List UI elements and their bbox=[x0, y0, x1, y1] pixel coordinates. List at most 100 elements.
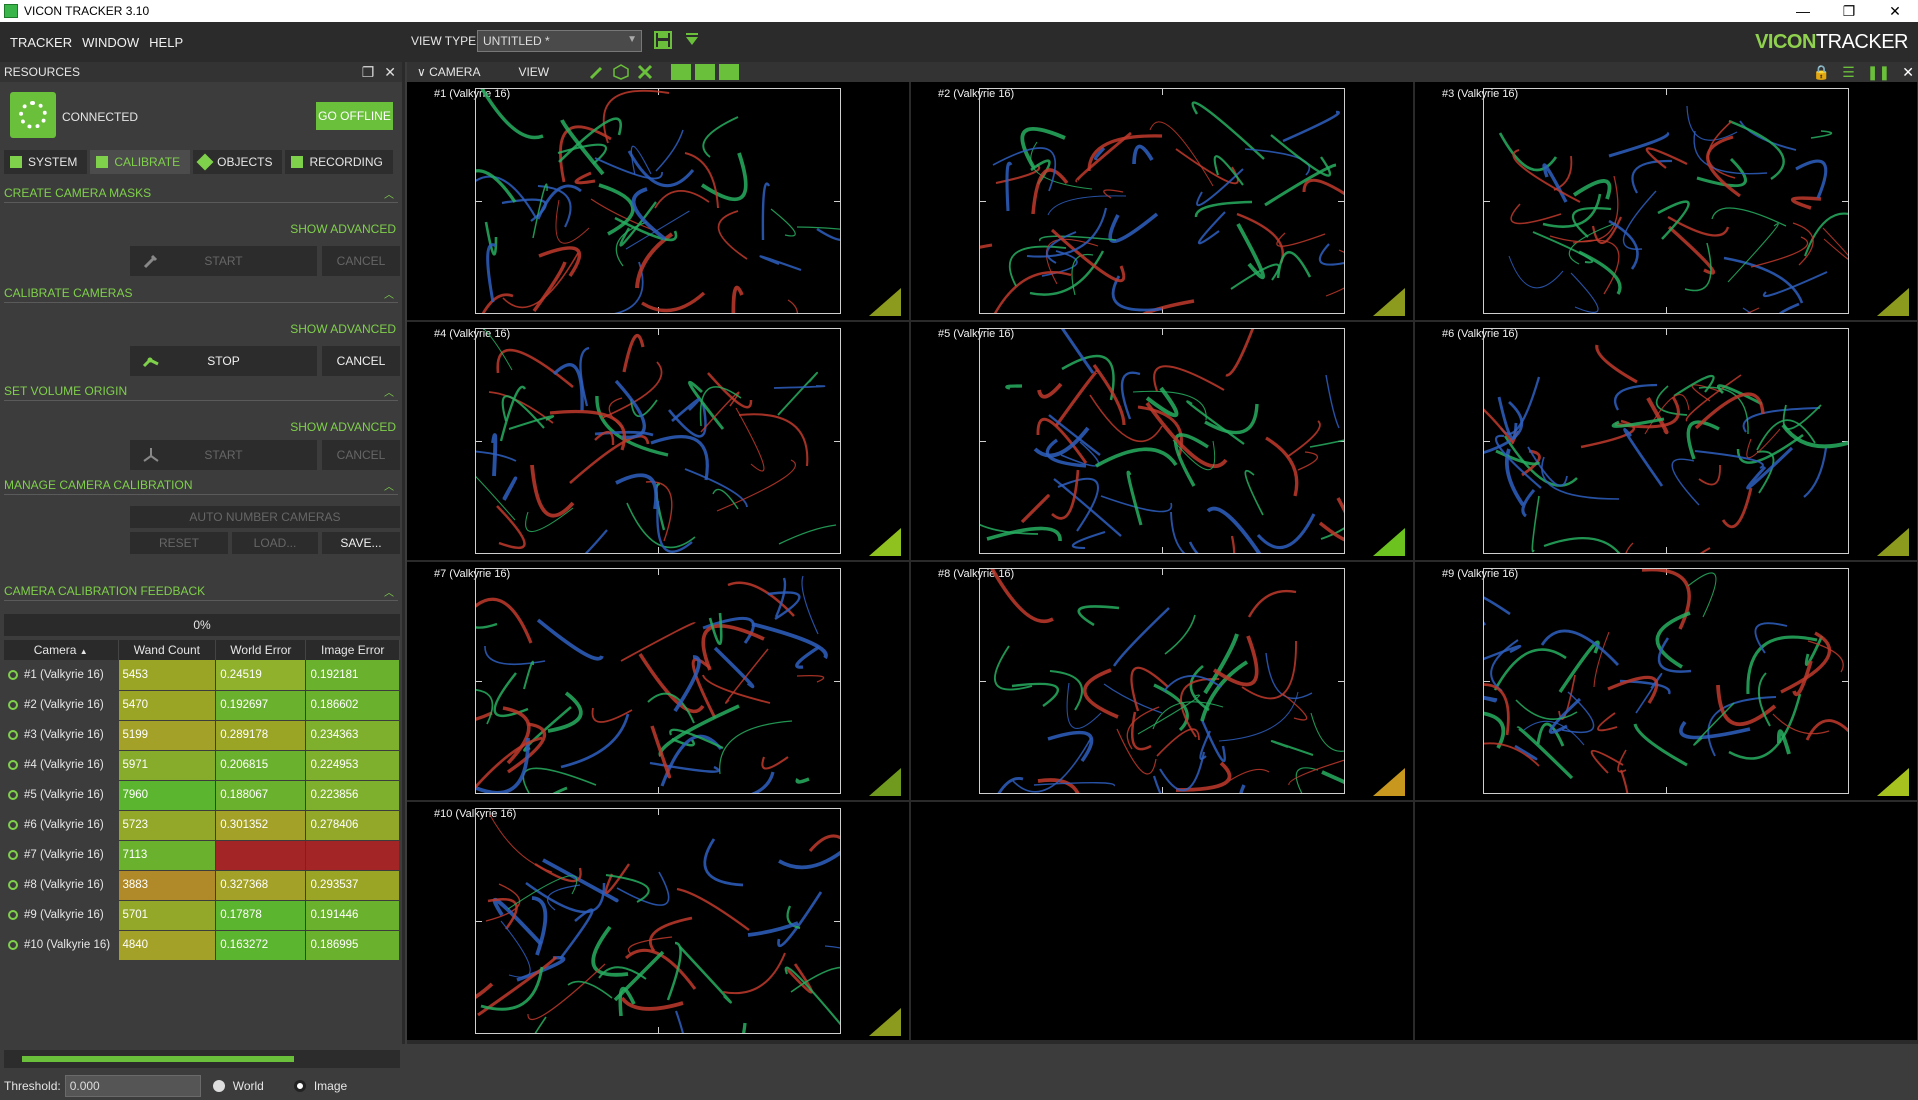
table-row[interactable]: #10 (Valkyrie 16) 4840 0.163272 0.186995 bbox=[4, 930, 400, 961]
scrollbar-thumb[interactable] bbox=[22, 1056, 294, 1062]
show-advanced-calibrate[interactable]: SHOW ADVANCED bbox=[290, 322, 396, 336]
image-error-cell: 0.278406 bbox=[305, 810, 400, 841]
camera-health-indicator bbox=[869, 768, 901, 796]
camera-view[interactable]: #10 (Valkyrie 16) bbox=[407, 802, 909, 1040]
masks-start-button[interactable]: START bbox=[130, 246, 317, 276]
minimize-button[interactable]: — bbox=[1780, 0, 1826, 22]
table-row[interactable]: #2 (Valkyrie 16) 5470 0.192697 0.186602 bbox=[4, 690, 400, 721]
wand-count-cell: 5723 bbox=[118, 810, 217, 841]
camera-health-indicator bbox=[869, 528, 901, 556]
collapse-icon[interactable]: ︿ bbox=[384, 186, 394, 201]
table-row[interactable]: #7 (Valkyrie 16) 7113 bbox=[4, 840, 400, 871]
camera-cell: #1 (Valkyrie 16) bbox=[4, 660, 119, 691]
save-calibration-button[interactable]: SAVE... bbox=[322, 532, 400, 554]
menu-tracker[interactable]: TRACKER bbox=[0, 35, 72, 50]
table-row[interactable]: #1 (Valkyrie 16) 5453 0.24519 0.192181 bbox=[4, 660, 400, 691]
menu-window[interactable]: WINDOW bbox=[72, 35, 139, 50]
auto-number-cameras-button[interactable]: AUTO NUMBER CAMERAS bbox=[130, 506, 400, 528]
load-dropdown-icon[interactable] bbox=[684, 31, 700, 49]
wand-count-cell: 4840 bbox=[118, 930, 217, 961]
camera-view[interactable]: #7 (Valkyrie 16) bbox=[407, 562, 909, 800]
tab-recording[interactable]: RECORDING bbox=[285, 150, 393, 174]
clear-icon[interactable] bbox=[637, 64, 653, 80]
wand-trail-image bbox=[476, 814, 840, 1033]
origin-start-button[interactable]: START bbox=[130, 440, 317, 470]
tab-objects[interactable]: OBJECTS bbox=[193, 150, 283, 174]
objects-icon bbox=[196, 153, 214, 171]
close-panel-icon[interactable]: ✕ bbox=[384, 64, 396, 81]
calibrate-cancel-button[interactable]: CANCEL bbox=[322, 346, 400, 376]
lock-icon[interactable]: 🔒 bbox=[1813, 64, 1830, 81]
close-button[interactable]: ✕ bbox=[1872, 0, 1918, 22]
collapse-icon[interactable]: ︿ bbox=[384, 584, 394, 599]
column-header-world-error[interactable]: World Error bbox=[215, 640, 307, 660]
undock-icon[interactable]: ❐ bbox=[362, 64, 375, 81]
origin-cancel-button[interactable]: CANCEL bbox=[322, 440, 400, 470]
show-advanced-origin[interactable]: SHOW ADVANCED bbox=[290, 420, 396, 434]
tab-calibrate[interactable]: CALIBRATE bbox=[90, 150, 191, 174]
camera-view[interactable]: #5 (Valkyrie 16) bbox=[911, 322, 1413, 560]
section-title-manage[interactable]: MANAGE CAMERA CALIBRATION ︿ bbox=[0, 478, 402, 493]
camera-view[interactable]: #3 (Valkyrie 16) bbox=[1415, 82, 1917, 320]
table-row[interactable]: #5 (Valkyrie 16) 7960 0.188067 0.223856 bbox=[4, 780, 400, 811]
section-title-origin[interactable]: SET VOLUME ORIGIN ︿ bbox=[0, 384, 402, 399]
camera-view[interactable]: #4 (Valkyrie 16) bbox=[407, 322, 909, 560]
section-title-feedback[interactable]: CAMERA CALIBRATION FEEDBACK ︿ bbox=[0, 584, 402, 599]
cube-icon[interactable] bbox=[613, 64, 629, 80]
fit-view-icon[interactable] bbox=[719, 64, 740, 80]
world-radio[interactable]: World bbox=[212, 1079, 264, 1093]
table-row[interactable]: #8 (Valkyrie 16) 3883 0.327368 0.293537 bbox=[4, 870, 400, 901]
resources-panel: RESOURCES ❐ ✕ CONNECTED GO OFFLINE SYSTEM… bbox=[0, 62, 405, 1097]
masks-cancel-button[interactable]: CANCEL bbox=[322, 246, 400, 276]
restore-button[interactable]: ❐ bbox=[1826, 0, 1872, 22]
chevron-down-icon: ▼ bbox=[627, 34, 637, 45]
calibrate-stop-button[interactable]: STOP bbox=[130, 346, 317, 376]
threshold-input[interactable] bbox=[64, 1075, 201, 1097]
collapse-icon[interactable]: ︿ bbox=[384, 478, 394, 493]
camera-icon bbox=[8, 759, 18, 770]
camera-cell: #5 (Valkyrie 16) bbox=[4, 780, 119, 811]
view-menu[interactable]: VIEW bbox=[518, 65, 549, 79]
recording-icon bbox=[291, 156, 304, 168]
table-row[interactable]: #4 (Valkyrie 16) 5971 0.206815 0.224953 bbox=[4, 750, 400, 781]
track-view-icon[interactable] bbox=[695, 64, 716, 80]
camera-view[interactable]: #1 (Valkyrie 16) bbox=[407, 82, 909, 320]
camera-view[interactable]: #2 (Valkyrie 16) bbox=[911, 82, 1413, 320]
camera-view[interactable]: #6 (Valkyrie 16) bbox=[1415, 322, 1917, 560]
camera-view-dropdown[interactable]: ∨ CAMERA bbox=[417, 65, 480, 79]
camera-view[interactable]: #9 (Valkyrie 16) bbox=[1415, 562, 1917, 800]
menu-help[interactable]: HELP bbox=[139, 35, 183, 50]
layout-rows-icon[interactable]: ☰ bbox=[1842, 64, 1855, 81]
go-offline-button[interactable]: GO OFFLINE bbox=[316, 102, 393, 130]
layout-columns-icon[interactable]: ❚❚ bbox=[1867, 64, 1890, 81]
center-view-icon[interactable] bbox=[671, 64, 692, 80]
camera-view[interactable]: #8 (Valkyrie 16) bbox=[911, 562, 1413, 800]
show-advanced-masks[interactable]: SHOW ADVANCED bbox=[290, 222, 396, 236]
camera-cell: #10 (Valkyrie 16) bbox=[4, 930, 119, 961]
load-button[interactable]: LOAD... bbox=[232, 532, 318, 554]
window-titlebar: VICON TRACKER 3.10 — ❐ ✕ bbox=[0, 0, 1918, 22]
column-header-wand-count[interactable]: Wand Count bbox=[118, 640, 217, 660]
table-row[interactable]: #6 (Valkyrie 16) 5723 0.301352 0.278406 bbox=[4, 810, 400, 841]
world-error-cell: 0.206815 bbox=[215, 750, 307, 781]
view-type-select[interactable]: UNTITLED * ▼ bbox=[477, 30, 642, 52]
reset-button[interactable]: RESET bbox=[130, 532, 228, 554]
image-radio[interactable]: Image bbox=[293, 1079, 347, 1093]
wand-tool-icon[interactable] bbox=[589, 64, 605, 80]
world-error-cell: 0.289178 bbox=[215, 720, 307, 751]
column-header-image-error[interactable]: Image Error bbox=[305, 640, 400, 660]
collapse-icon[interactable]: ︿ bbox=[384, 384, 394, 399]
table-row[interactable]: #9 (Valkyrie 16) 5701 0.17878 0.191446 bbox=[4, 900, 400, 931]
section-set-volume-origin: SET VOLUME ORIGIN ︿ bbox=[0, 384, 402, 401]
world-error-cell: 0.24519 bbox=[215, 660, 307, 691]
tab-system[interactable]: SYSTEM bbox=[4, 150, 88, 174]
save-icon[interactable] bbox=[654, 31, 672, 49]
column-header-camera[interactable]: Camera ▲ bbox=[4, 640, 119, 660]
section-title-masks[interactable]: CREATE CAMERA MASKS ︿ bbox=[0, 186, 402, 201]
collapse-icon[interactable]: ︿ bbox=[384, 286, 394, 301]
camera-health-indicator bbox=[1877, 528, 1909, 556]
table-row[interactable]: #3 (Valkyrie 16) 5199 0.289178 0.234363 bbox=[4, 720, 400, 751]
table-horizontal-scrollbar[interactable] bbox=[4, 1050, 400, 1068]
close-view-icon[interactable]: ✕ bbox=[1902, 64, 1914, 81]
section-title-calibrate[interactable]: CALIBRATE CAMERAS ︿ bbox=[0, 286, 402, 301]
